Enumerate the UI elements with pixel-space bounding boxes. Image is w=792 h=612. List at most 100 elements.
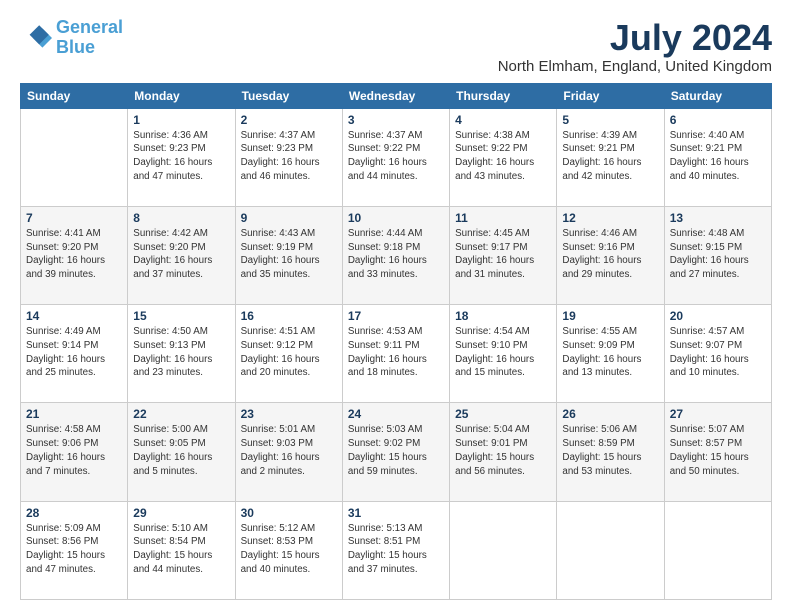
day-info: Sunrise: 4:43 AM Sunset: 9:19 PM Dayligh… [241, 227, 337, 282]
day-info: Sunrise: 4:42 AM Sunset: 9:20 PM Dayligh… [133, 227, 229, 282]
day-number: 8 [133, 211, 229, 225]
day-info: Sunrise: 4:37 AM Sunset: 9:22 PM Dayligh… [348, 129, 444, 184]
day-info: Sunrise: 4:40 AM Sunset: 9:21 PM Dayligh… [670, 129, 766, 184]
day-number: 3 [348, 113, 444, 127]
day-cell: 21Sunrise: 4:58 AM Sunset: 9:06 PM Dayli… [21, 403, 128, 501]
logo-line1: General [56, 17, 123, 37]
day-number: 4 [455, 113, 551, 127]
day-number: 15 [133, 309, 229, 323]
day-cell: 25Sunrise: 5:04 AM Sunset: 9:01 PM Dayli… [450, 403, 557, 501]
day-number: 13 [670, 211, 766, 225]
week-row-4: 28Sunrise: 5:09 AM Sunset: 8:56 PM Dayli… [21, 501, 772, 599]
day-info: Sunrise: 5:10 AM Sunset: 8:54 PM Dayligh… [133, 522, 229, 577]
calendar-table: SundayMondayTuesdayWednesdayThursdayFrid… [20, 83, 772, 600]
day-cell [21, 108, 128, 206]
header-cell-sunday: Sunday [21, 83, 128, 108]
day-cell: 10Sunrise: 4:44 AM Sunset: 9:18 PM Dayli… [342, 206, 449, 304]
logo-text: General Blue [56, 18, 123, 58]
day-cell: 8 Sunrise: 4:42 AM Sunset: 9:20 PM Daylig… [128, 206, 235, 304]
day-info: Sunrise: 4:41 AM Sunset: 9:20 PM Dayligh… [26, 227, 122, 282]
day-info: Sunrise: 4:53 AM Sunset: 9:11 PM Dayligh… [348, 325, 444, 380]
day-cell: 24Sunrise: 5:03 AM Sunset: 9:02 PM Dayli… [342, 403, 449, 501]
day-cell: 2Sunrise: 4:37 AM Sunset: 9:23 PM Daylig… [235, 108, 342, 206]
day-info: Sunrise: 4:48 AM Sunset: 9:15 PM Dayligh… [670, 227, 766, 282]
day-info: Sunrise: 4:44 AM Sunset: 9:18 PM Dayligh… [348, 227, 444, 282]
day-info: Sunrise: 5:09 AM Sunset: 8:56 PM Dayligh… [26, 522, 122, 577]
day-cell: 31 Sunrise: 5:13 AM Sunset: 8:51 PM Dayli… [342, 501, 449, 599]
day-cell: 4 Sunrise: 4:38 AM Sunset: 9:22 PM Daylig… [450, 108, 557, 206]
day-info: Sunrise: 5:12 AM Sunset: 8:53 PM Dayligh… [241, 522, 337, 577]
day-info: Sunrise: 4:37 AM Sunset: 9:23 PM Dayligh… [241, 129, 337, 184]
day-number: 27 [670, 407, 766, 421]
day-cell: 12 Sunrise: 4:46 AM Sunset: 9:16 PM Dayli… [557, 206, 664, 304]
week-row-2: 14Sunrise: 4:49 AM Sunset: 9:14 PM Dayli… [21, 305, 772, 403]
day-cell: 27 Sunrise: 5:07 AM Sunset: 8:57 PM Dayli… [664, 403, 771, 501]
header: General Blue July 2024 North Elmham, Eng… [20, 18, 772, 75]
day-cell: 20Sunrise: 4:57 AM Sunset: 9:07 PM Dayli… [664, 305, 771, 403]
day-cell: 11 Sunrise: 4:45 AM Sunset: 9:17 PM Dayli… [450, 206, 557, 304]
calendar-body: 1Sunrise: 4:36 AM Sunset: 9:23 PM Daylig… [21, 108, 772, 599]
day-number: 22 [133, 407, 229, 421]
day-number: 30 [241, 506, 337, 520]
day-number: 16 [241, 309, 337, 323]
header-cell-monday: Monday [128, 83, 235, 108]
day-cell [450, 501, 557, 599]
day-info: Sunrise: 4:46 AM Sunset: 9:16 PM Dayligh… [562, 227, 658, 282]
day-cell [664, 501, 771, 599]
header-cell-tuesday: Tuesday [235, 83, 342, 108]
day-number: 20 [670, 309, 766, 323]
day-cell: 3 Sunrise: 4:37 AM Sunset: 9:22 PM Daylig… [342, 108, 449, 206]
day-cell: 1Sunrise: 4:36 AM Sunset: 9:23 PM Daylig… [128, 108, 235, 206]
day-cell [557, 501, 664, 599]
logo-line2: Blue [56, 37, 95, 57]
day-number: 29 [133, 506, 229, 520]
day-number: 14 [26, 309, 122, 323]
day-number: 9 [241, 211, 337, 225]
day-number: 18 [455, 309, 551, 323]
day-cell: 23 Sunrise: 5:01 AM Sunset: 9:03 PM Dayli… [235, 403, 342, 501]
day-cell: 22 Sunrise: 5:00 AM Sunset: 9:05 PM Dayli… [128, 403, 235, 501]
day-info: Sunrise: 4:45 AM Sunset: 9:17 PM Dayligh… [455, 227, 551, 282]
day-cell: 6 Sunrise: 4:40 AM Sunset: 9:21 PM Daylig… [664, 108, 771, 206]
day-cell: 29 Sunrise: 5:10 AM Sunset: 8:54 PM Dayli… [128, 501, 235, 599]
day-info: Sunrise: 4:50 AM Sunset: 9:13 PM Dayligh… [133, 325, 229, 380]
day-cell: 28Sunrise: 5:09 AM Sunset: 8:56 PM Dayli… [21, 501, 128, 599]
day-info: Sunrise: 4:38 AM Sunset: 9:22 PM Dayligh… [455, 129, 551, 184]
calendar-header: SundayMondayTuesdayWednesdayThursdayFrid… [21, 83, 772, 108]
day-cell: 17 Sunrise: 4:53 AM Sunset: 9:11 PM Dayli… [342, 305, 449, 403]
day-number: 11 [455, 211, 551, 225]
day-number: 24 [348, 407, 444, 421]
day-number: 7 [26, 211, 122, 225]
logo-icon [20, 22, 52, 54]
day-info: Sunrise: 5:00 AM Sunset: 9:05 PM Dayligh… [133, 423, 229, 478]
day-info: Sunrise: 5:13 AM Sunset: 8:51 PM Dayligh… [348, 522, 444, 577]
day-cell: 26Sunrise: 5:06 AM Sunset: 8:59 PM Dayli… [557, 403, 664, 501]
day-number: 23 [241, 407, 337, 421]
day-info: Sunrise: 4:54 AM Sunset: 9:10 PM Dayligh… [455, 325, 551, 380]
day-cell: 16 Sunrise: 4:51 AM Sunset: 9:12 PM Dayli… [235, 305, 342, 403]
day-info: Sunrise: 5:07 AM Sunset: 8:57 PM Dayligh… [670, 423, 766, 478]
day-info: Sunrise: 5:04 AM Sunset: 9:01 PM Dayligh… [455, 423, 551, 478]
day-cell: 13 Sunrise: 4:48 AM Sunset: 9:15 PM Dayli… [664, 206, 771, 304]
day-cell: 19Sunrise: 4:55 AM Sunset: 9:09 PM Dayli… [557, 305, 664, 403]
day-number: 5 [562, 113, 658, 127]
day-cell: 14Sunrise: 4:49 AM Sunset: 9:14 PM Dayli… [21, 305, 128, 403]
title-block: July 2024 North Elmham, England, United … [498, 18, 772, 75]
week-row-1: 7 Sunrise: 4:41 AM Sunset: 9:20 PM Daylig… [21, 206, 772, 304]
day-number: 6 [670, 113, 766, 127]
header-cell-friday: Friday [557, 83, 664, 108]
header-row: SundayMondayTuesdayWednesdayThursdayFrid… [21, 83, 772, 108]
day-number: 12 [562, 211, 658, 225]
day-number: 31 [348, 506, 444, 520]
day-cell: 15 Sunrise: 4:50 AM Sunset: 9:13 PM Dayli… [128, 305, 235, 403]
day-info: Sunrise: 4:58 AM Sunset: 9:06 PM Dayligh… [26, 423, 122, 478]
week-row-3: 21Sunrise: 4:58 AM Sunset: 9:06 PM Dayli… [21, 403, 772, 501]
header-cell-saturday: Saturday [664, 83, 771, 108]
day-info: Sunrise: 5:06 AM Sunset: 8:59 PM Dayligh… [562, 423, 658, 478]
day-info: Sunrise: 4:36 AM Sunset: 9:23 PM Dayligh… [133, 129, 229, 184]
day-number: 17 [348, 309, 444, 323]
logo: General Blue [20, 18, 123, 58]
day-info: Sunrise: 5:01 AM Sunset: 9:03 PM Dayligh… [241, 423, 337, 478]
day-number: 19 [562, 309, 658, 323]
day-info: Sunrise: 4:51 AM Sunset: 9:12 PM Dayligh… [241, 325, 337, 380]
